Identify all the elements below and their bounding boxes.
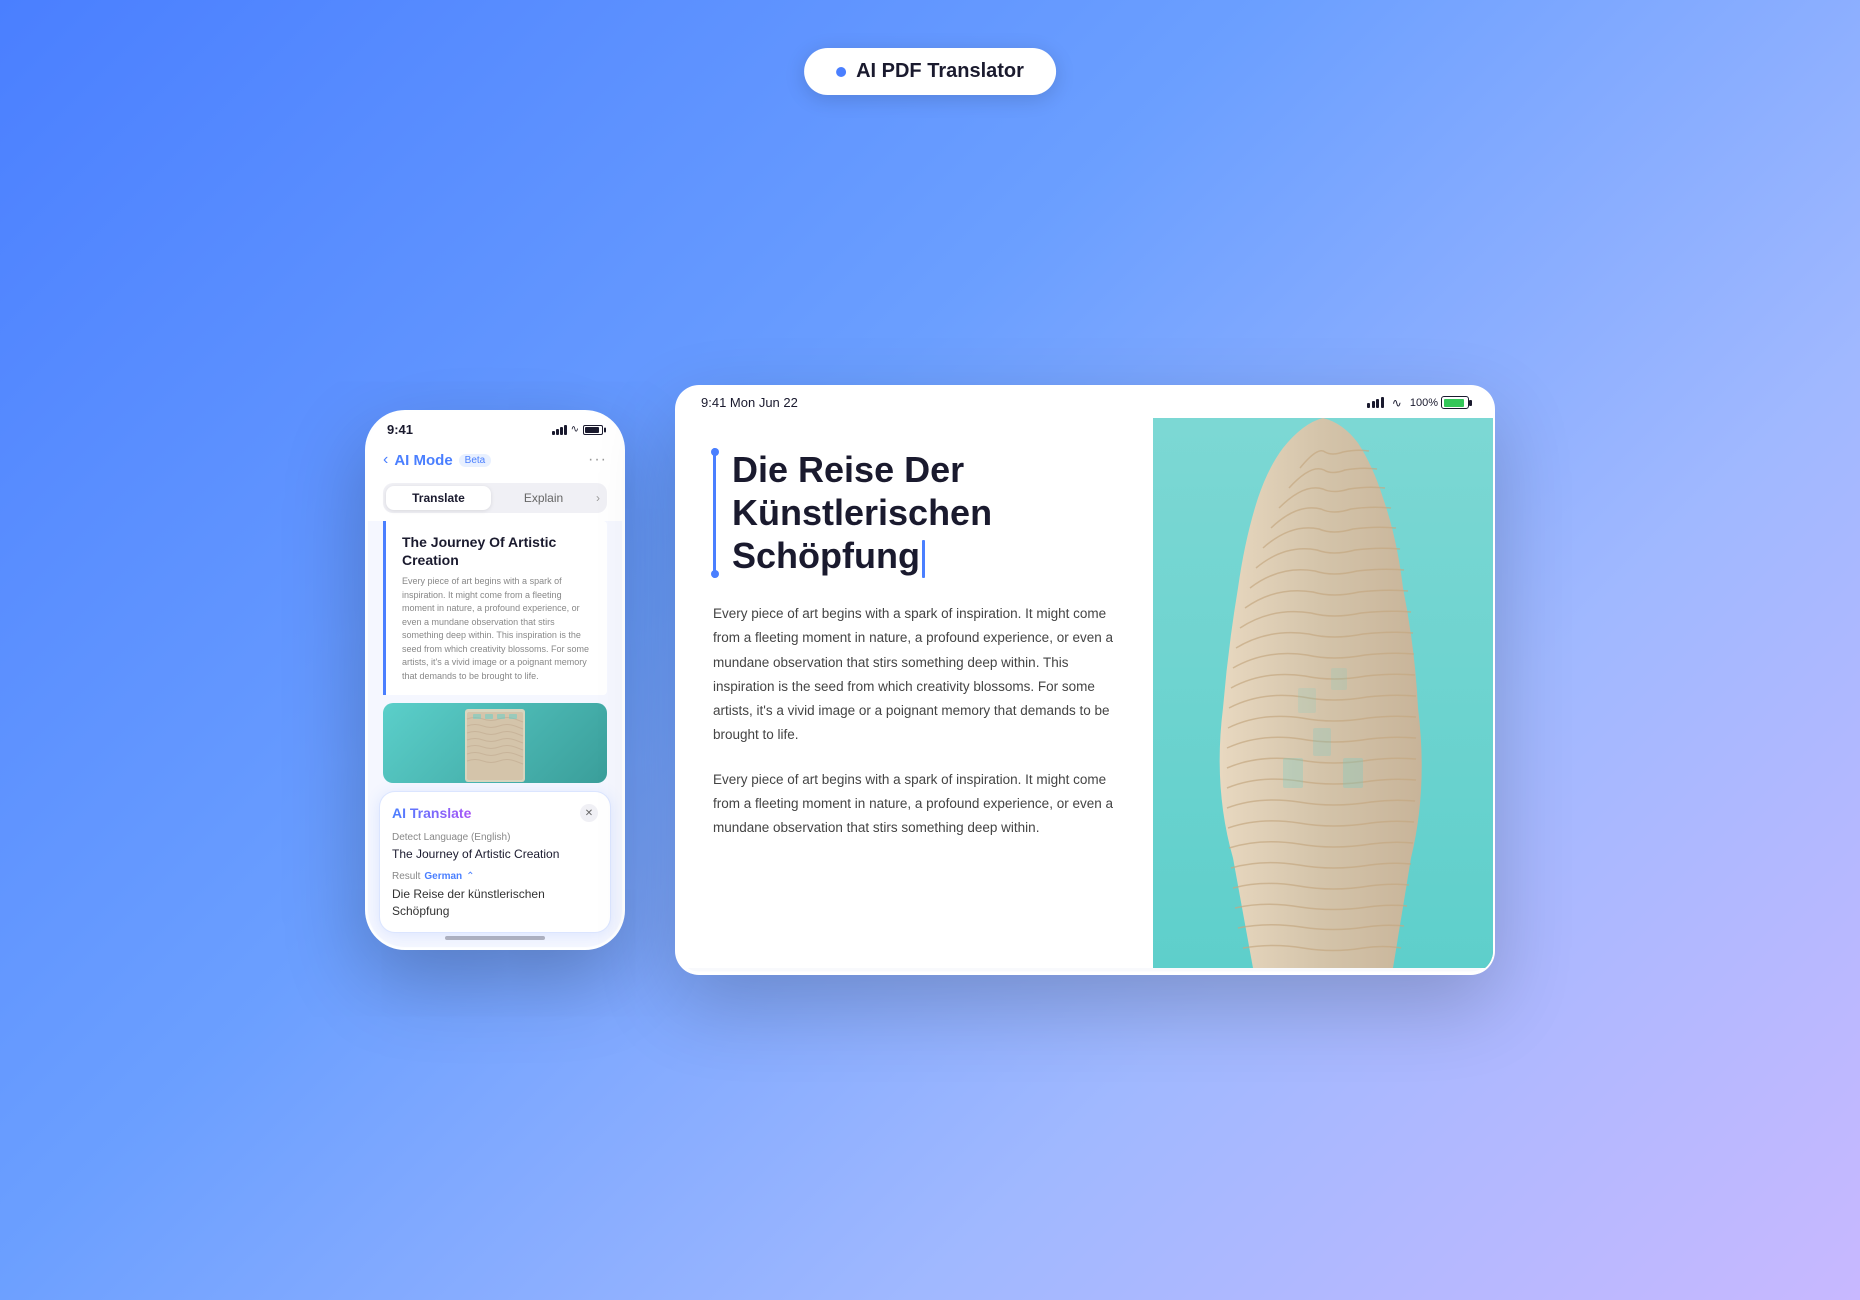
tablet-time-date: 9:41 Mon Jun 22	[701, 395, 798, 410]
tablet-battery: 100%	[1410, 396, 1469, 409]
source-text: The Journey of Artistic Creation	[392, 847, 598, 861]
tablet-signal-icon	[1367, 397, 1384, 408]
ai-translate-panel: AI Translate ✕ Detect Language (English)…	[379, 791, 611, 933]
title-cursor	[922, 540, 925, 578]
tab-switcher: Translate Explain ›	[383, 483, 607, 513]
top-badge: AI PDF Translator	[804, 48, 1056, 95]
panel-header: AI Translate ✕	[392, 804, 598, 822]
title-line3: Schöpfung	[732, 535, 920, 576]
back-arrow-icon[interactable]: ‹	[383, 451, 388, 469]
battery-icon	[583, 425, 603, 435]
more-options-icon[interactable]: ···	[588, 451, 607, 469]
phone-doc-content: The Journey Of Artistic Creation Every p…	[383, 521, 607, 695]
building-illustration	[445, 704, 545, 782]
tablet-title-area: Die Reise Der Künstlerischen Schöpfung	[713, 448, 1117, 578]
tablet-body-text-1: Every piece of art begins with a spark o…	[713, 602, 1117, 748]
phone-doc-title: The Journey Of Artistic Creation	[402, 533, 591, 569]
devices-container: 9:41 ∿ ‹ AI Mode Beta	[365, 385, 1495, 975]
tablet-wifi-icon: ∿	[1392, 396, 1402, 410]
tab-explain[interactable]: Explain	[491, 486, 596, 510]
badge-label: AI PDF Translator	[856, 60, 1024, 83]
accent-dot-top	[711, 448, 719, 456]
phone-time: 9:41	[387, 422, 413, 437]
close-icon[interactable]: ✕	[580, 804, 598, 822]
home-indicator	[445, 936, 545, 940]
badge-dot	[836, 67, 846, 77]
tablet-building-image	[1153, 418, 1493, 968]
title-line2: Künstlerischen	[732, 492, 992, 533]
phone-building-image	[383, 703, 607, 783]
building-svg	[1153, 418, 1493, 968]
tablet-body-text-2: Every piece of art begins with a spark o…	[713, 768, 1117, 841]
nav-left: ‹ AI Mode Beta	[383, 451, 491, 469]
tab-arrow-icon: ›	[596, 491, 604, 505]
tablet-device: 9:41 Mon Jun 22 ∿ 100%	[675, 385, 1495, 975]
tablet-image-area	[1153, 418, 1493, 968]
tablet-status-bar: 9:41 Mon Jun 22 ∿ 100%	[677, 387, 1493, 418]
tablet-title-block: Die Reise Der Künstlerischen Schöpfung	[732, 448, 992, 578]
tab-translate[interactable]: Translate	[386, 486, 491, 510]
tablet-text-area: Die Reise Der Künstlerischen Schöpfung E…	[677, 418, 1153, 968]
title-line1: Die Reise Der	[732, 449, 964, 490]
wifi-icon: ∿	[571, 424, 579, 435]
result-label: Result	[392, 871, 420, 882]
phone-device: 9:41 ∿ ‹ AI Mode Beta	[365, 410, 625, 950]
panel-title: AI Translate	[392, 805, 471, 821]
phone-status-icons: ∿	[552, 424, 603, 435]
phone-tabs: Translate Explain ›	[367, 477, 623, 521]
nav-title: AI Mode	[394, 452, 452, 469]
chevron-icon[interactable]: ⌃	[466, 871, 474, 882]
phone-image-preview	[383, 703, 607, 783]
result-row: Result German ⌃	[392, 871, 598, 882]
result-lang: German	[424, 871, 462, 882]
tablet-main-title: Die Reise Der Künstlerischen Schöpfung	[732, 448, 992, 578]
beta-badge: Beta	[459, 454, 492, 467]
detect-lang-label: Detect Language (English)	[392, 832, 598, 843]
battery-pct: 100%	[1410, 397, 1438, 409]
tablet-content: Die Reise Der Künstlerischen Schöpfung E…	[677, 418, 1493, 968]
phone-status-bar: 9:41 ∿	[367, 412, 623, 443]
tablet-status-right: ∿ 100%	[1367, 396, 1469, 410]
result-translated-text: Die Reise der künstlerischen Schöpfung	[392, 886, 598, 920]
signal-icon	[552, 425, 567, 435]
accent-dot-bottom	[711, 570, 719, 578]
phone-nav: ‹ AI Mode Beta ···	[367, 443, 623, 477]
phone-doc-body: Every piece of art begins with a spark o…	[402, 575, 591, 683]
accent-line	[713, 448, 716, 578]
